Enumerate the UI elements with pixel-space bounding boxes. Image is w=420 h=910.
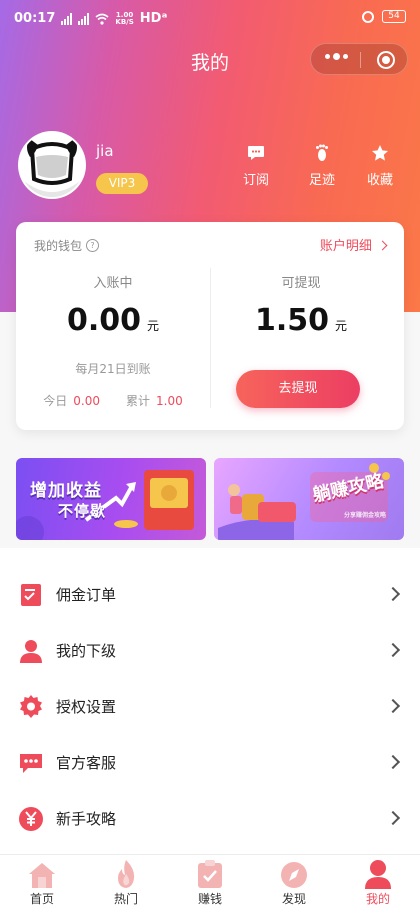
today-label: 今日 — [43, 394, 68, 408]
status-time: 00:17 — [14, 11, 56, 26]
withdrawable-amount-row: 1.50 元 — [204, 303, 398, 338]
wifi-icon — [95, 13, 109, 25]
menu-item-customer-service[interactable]: 官方客服 — [0, 734, 420, 790]
tab-label: 首页 — [29, 892, 54, 906]
menu-item-label: 新手攻略 — [56, 810, 117, 828]
user-icon — [20, 640, 42, 663]
avatar-image — [20, 133, 84, 197]
status-bar: 00:17 1.00 KB/S HDᵃ 54 — [0, 0, 420, 38]
today-stat: 今日 0.00 — [43, 392, 100, 409]
settle-note: 每月21日到账 — [75, 362, 151, 376]
alarm-icon — [362, 10, 374, 23]
pending-amount: 0.00 — [66, 303, 141, 338]
menu-item-authorization-settings[interactable]: 授权设置 — [0, 678, 420, 734]
signal-icon — [61, 12, 73, 25]
chevron-right-icon — [385, 642, 401, 658]
vip-badge: VIP3 — [96, 173, 148, 194]
capsule-divider — [360, 52, 361, 68]
chat-bubble-icon — [226, 143, 286, 163]
pending-amount-row: 0.00 元 — [16, 303, 210, 338]
chevron-right-icon — [385, 810, 401, 826]
home-icon — [29, 863, 55, 888]
account-detail-label: 账户明细 — [319, 239, 372, 254]
account-detail-link[interactable]: 账户明细 — [319, 235, 388, 254]
quick-link-label: 收藏 — [366, 173, 393, 188]
tab-hot[interactable]: 热门 — [84, 855, 168, 910]
bottom-tab-bar: 首页 热门 赚钱 发现 我的 — [0, 854, 420, 910]
mini-program-capsule — [310, 43, 408, 75]
tab-label: 热门 — [113, 892, 138, 906]
chevron-right-icon — [377, 240, 388, 251]
banner-increase-income[interactable]: 增加收益 不停歇 — [16, 458, 206, 540]
order-list-icon — [21, 584, 41, 606]
quick-link-label: 足迹 — [308, 173, 335, 188]
quick-link-label: 订阅 — [242, 173, 269, 188]
tab-discover[interactable]: 发现 — [252, 855, 336, 910]
gear-icon — [20, 695, 42, 718]
banner-earning-guide[interactable]: 躺赚攻略 分享赚佣金攻略 — [214, 458, 404, 540]
menu-item-label: 我的下级 — [56, 642, 117, 660]
currency-unit: 元 — [147, 319, 160, 333]
quick-link-subscribe[interactable]: 订阅 — [226, 143, 286, 188]
tab-mine[interactable]: 我的 — [336, 855, 420, 910]
banner-slogan-line2: 不停歇 — [58, 502, 107, 520]
banner-subtitle: 分享赚佣金攻略 — [343, 512, 386, 519]
more-dots-icon[interactable] — [325, 53, 348, 60]
tab-earn[interactable]: 赚钱 — [168, 855, 252, 910]
total-value: 1.00 — [156, 394, 183, 408]
withdrawable-label: 可提现 — [281, 276, 321, 291]
message-dots-icon — [20, 754, 42, 773]
username: jia — [96, 142, 114, 160]
menu-item-beginner-guide[interactable]: 新手攻略 — [0, 790, 420, 846]
wallet-title-row: 我的钱包 ? — [34, 237, 100, 254]
currency-unit: 元 — [335, 319, 348, 333]
menu-item-subordinates[interactable]: 我的下级 — [0, 622, 420, 678]
quick-link-footprint[interactable]: 足迹 — [292, 143, 352, 188]
footprint-icon — [292, 143, 352, 163]
menu-item-label: 官方客服 — [56, 754, 117, 772]
chevron-right-icon — [385, 754, 401, 770]
wallet-card: 我的钱包 ? 账户明细 入账中 0.00 元 可提现 1.50 元 每月21日到账 … — [16, 222, 404, 430]
tab-label: 赚钱 — [197, 892, 222, 906]
avatar[interactable] — [18, 131, 86, 199]
menu-item-commission-orders[interactable]: 佣金订单 — [0, 566, 420, 622]
banner-slogan-line1: 增加收益 — [30, 481, 102, 501]
wallet-title: 我的钱包 — [34, 239, 83, 253]
flame-icon — [118, 860, 135, 888]
compass-icon — [281, 862, 307, 888]
pending-column: 入账中 0.00 元 — [16, 272, 210, 338]
chevron-right-icon — [385, 698, 401, 714]
withdrawable-amount: 1.50 — [254, 303, 329, 338]
menu-item-label: 佣金订单 — [56, 586, 117, 604]
battery-icon: 54 — [382, 10, 406, 23]
person-icon — [365, 860, 391, 889]
tab-label: 我的 — [365, 892, 390, 906]
network-type: HDᵃ — [139, 11, 168, 26]
tab-label: 发现 — [281, 892, 306, 906]
profile-screen: 00:17 1.00 KB/S HDᵃ 54 我的 jia VIP3 订阅 足迹… — [0, 0, 420, 910]
yen-coin-icon — [19, 807, 43, 831]
total-stat: 累计 1.00 — [126, 392, 183, 409]
star-icon — [350, 143, 410, 163]
withdrawable-column: 可提现 1.50 元 — [204, 272, 398, 338]
menu-item-label: 授权设置 — [56, 698, 117, 716]
tab-home[interactable]: 首页 — [0, 855, 84, 910]
pending-label: 入账中 — [93, 276, 133, 291]
clipboard-check-icon — [198, 860, 222, 888]
menu-list: 佣金订单 我的下级 授权设置 官方客服 新手攻略 — [0, 566, 420, 846]
total-label: 累计 — [126, 394, 151, 408]
today-value: 0.00 — [73, 394, 100, 408]
signal-icon — [78, 12, 90, 25]
help-icon[interactable]: ? — [86, 239, 100, 252]
close-circle-icon[interactable] — [377, 51, 395, 69]
withdraw-button[interactable]: 去提现 — [236, 370, 360, 408]
quick-link-favorites[interactable]: 收藏 — [350, 143, 410, 188]
net-speed: 1.00 KB/S — [115, 11, 134, 26]
income-stats: 今日 0.00 累计 1.00 — [16, 392, 210, 409]
chevron-right-icon — [385, 586, 401, 602]
net-speed-unit: KB/S — [115, 17, 134, 26]
